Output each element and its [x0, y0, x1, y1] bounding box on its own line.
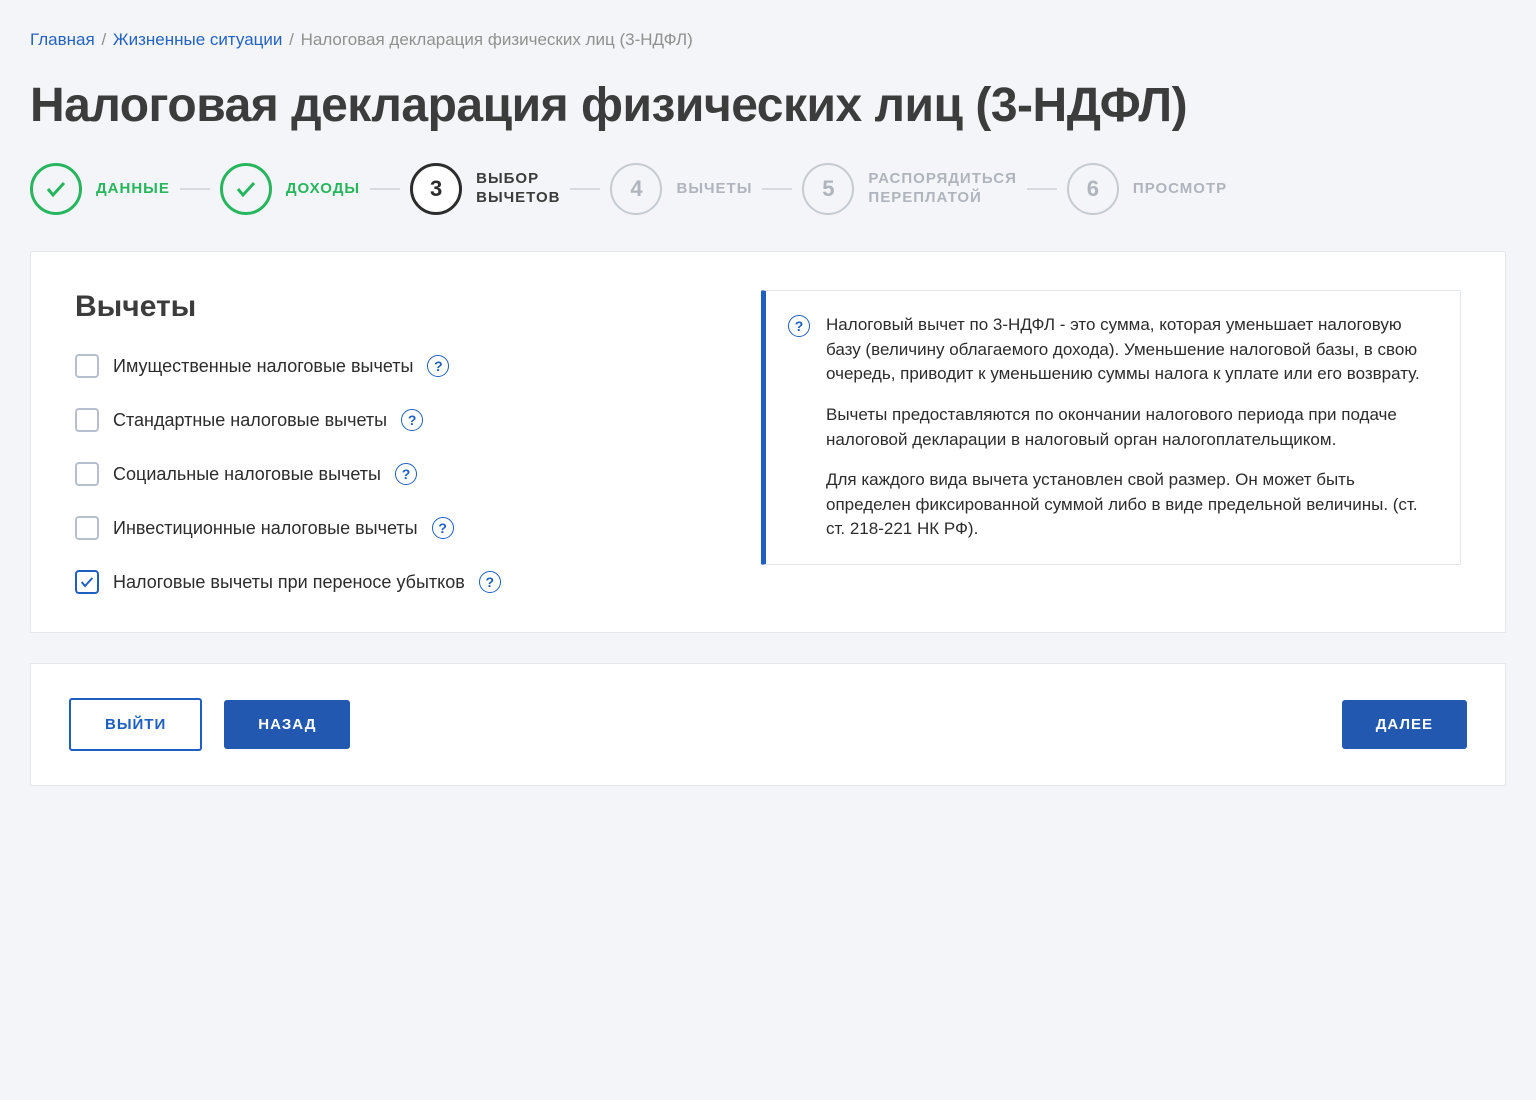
deduction-label[interactable]: Стандартные налоговые вычеты	[113, 410, 387, 431]
step-1[interactable]: ДАННЫЕ	[30, 163, 170, 215]
help-icon[interactable]: ?	[401, 409, 423, 431]
help-icon[interactable]: ?	[395, 463, 417, 485]
check-icon	[220, 163, 272, 215]
footer-panel: ВЫЙТИ НАЗАД ДАЛЕЕ	[30, 663, 1506, 786]
breadcrumb-home[interactable]: Главная	[30, 30, 95, 49]
step-label: ДОХОДЫ	[286, 180, 360, 199]
deduction-row: Налоговые вычеты при переносе убытков ?	[75, 570, 721, 594]
section-title: Вычеты	[75, 290, 721, 324]
help-icon: ?	[788, 315, 810, 337]
checkbox-property[interactable]	[75, 354, 99, 378]
step-number: 5	[802, 163, 854, 215]
stepper: ДАННЫЕ ДОХОДЫ 3 ВЫБОР ВЫЧЕТОВ 4 ВЫЧЕТЫ 5…	[30, 163, 1506, 215]
step-2[interactable]: ДОХОДЫ	[220, 163, 360, 215]
deduction-label[interactable]: Инвестиционные налоговые вычеты	[113, 518, 418, 539]
deduction-label[interactable]: Социальные налоговые вычеты	[113, 464, 381, 485]
checkbox-loss-carryforward[interactable]	[75, 570, 99, 594]
step-label: ВЫЧЕТЫ	[676, 180, 752, 199]
breadcrumb-separator: /	[101, 30, 106, 49]
info-paragraph: Налоговый вычет по 3-НДФЛ - это сумма, к…	[826, 313, 1434, 387]
breadcrumb-current: Налоговая декларация физических лиц (3-Н…	[301, 30, 693, 49]
deduction-label[interactable]: Имущественные налоговые вычеты	[113, 356, 413, 377]
step-3[interactable]: 3 ВЫБОР ВЫЧЕТОВ	[410, 163, 560, 215]
main-panel: Вычеты Имущественные налоговые вычеты ? …	[30, 251, 1506, 633]
check-icon	[30, 163, 82, 215]
help-icon[interactable]: ?	[479, 571, 501, 593]
breadcrumb-situations[interactable]: Жизненные ситуации	[113, 30, 282, 49]
next-button[interactable]: ДАЛЕЕ	[1342, 700, 1467, 749]
step-label: РАСПОРЯДИТЬСЯ ПЕРЕПЛАТОЙ	[868, 170, 1017, 208]
step-label: ПРОСМОТР	[1133, 180, 1227, 199]
breadcrumb: Главная / Жизненные ситуации / Налоговая…	[30, 30, 1506, 50]
step-connector	[1027, 188, 1057, 190]
checkbox-investment[interactable]	[75, 516, 99, 540]
step-label: ДАННЫЕ	[96, 180, 170, 199]
step-number: 6	[1067, 163, 1119, 215]
info-box: ? Налоговый вычет по 3-НДФЛ - это сумма,…	[761, 290, 1461, 565]
deduction-row: Инвестиционные налоговые вычеты ?	[75, 516, 721, 540]
step-connector	[370, 188, 400, 190]
deduction-label[interactable]: Налоговые вычеты при переносе убытков	[113, 572, 465, 593]
step-connector	[570, 188, 600, 190]
deduction-row: Стандартные налоговые вычеты ?	[75, 408, 721, 432]
deduction-row: Социальные налоговые вычеты ?	[75, 462, 721, 486]
step-connector	[180, 188, 210, 190]
step-5: 5 РАСПОРЯДИТЬСЯ ПЕРЕПЛАТОЙ	[802, 163, 1017, 215]
info-content: Налоговый вычет по 3-НДФЛ - это сумма, к…	[826, 313, 1434, 542]
step-label: ВЫБОР ВЫЧЕТОВ	[476, 170, 560, 208]
checkbox-social[interactable]	[75, 462, 99, 486]
deduction-row: Имущественные налоговые вычеты ?	[75, 354, 721, 378]
breadcrumb-separator: /	[289, 30, 294, 49]
info-paragraph: Вычеты предоставляются по окончании нало…	[826, 403, 1434, 452]
step-6: 6 ПРОСМОТР	[1067, 163, 1227, 215]
step-number: 4	[610, 163, 662, 215]
help-icon[interactable]: ?	[427, 355, 449, 377]
checkbox-standard[interactable]	[75, 408, 99, 432]
page-title: Налоговая декларация физических лиц (3-Н…	[30, 78, 1506, 133]
exit-button[interactable]: ВЫЙТИ	[69, 698, 202, 751]
info-paragraph: Для каждого вида вычета установлен свой …	[826, 468, 1434, 542]
back-button[interactable]: НАЗАД	[224, 700, 350, 749]
step-number: 3	[410, 163, 462, 215]
deductions-section: Вычеты Имущественные налоговые вычеты ? …	[75, 290, 721, 594]
step-4: 4 ВЫЧЕТЫ	[610, 163, 752, 215]
help-icon[interactable]: ?	[432, 517, 454, 539]
step-connector	[762, 188, 792, 190]
